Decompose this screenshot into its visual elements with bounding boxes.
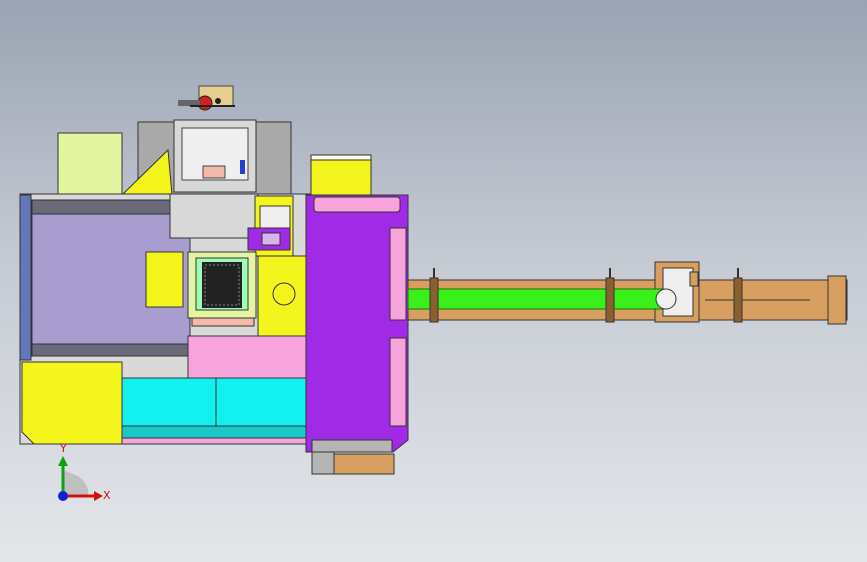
- purple-column: [305, 194, 409, 475]
- pink-base-panel: [187, 335, 309, 379]
- upper-cabinet: [120, 119, 292, 196]
- top-yellow-block-lid: [310, 154, 372, 161]
- axis-triad: Y X: [58, 442, 111, 502]
- yellow-side-block: [21, 361, 123, 445]
- light-green-box: [57, 132, 123, 196]
- top-yellow-block: [310, 154, 372, 196]
- cad-assembly-drawing: Y X: [19, 85, 848, 502]
- center-mechanism: [169, 193, 307, 337]
- top-sensor-assembly: [178, 85, 235, 111]
- y-axis-label: Y: [59, 442, 67, 455]
- x-axis-label: X: [103, 489, 111, 502]
- cyan-drawer-units: [121, 377, 309, 445]
- green-bar: [407, 288, 677, 310]
- purple-gray-housing: [31, 199, 191, 357]
- cad-viewport[interactable]: Y X: [0, 0, 867, 562]
